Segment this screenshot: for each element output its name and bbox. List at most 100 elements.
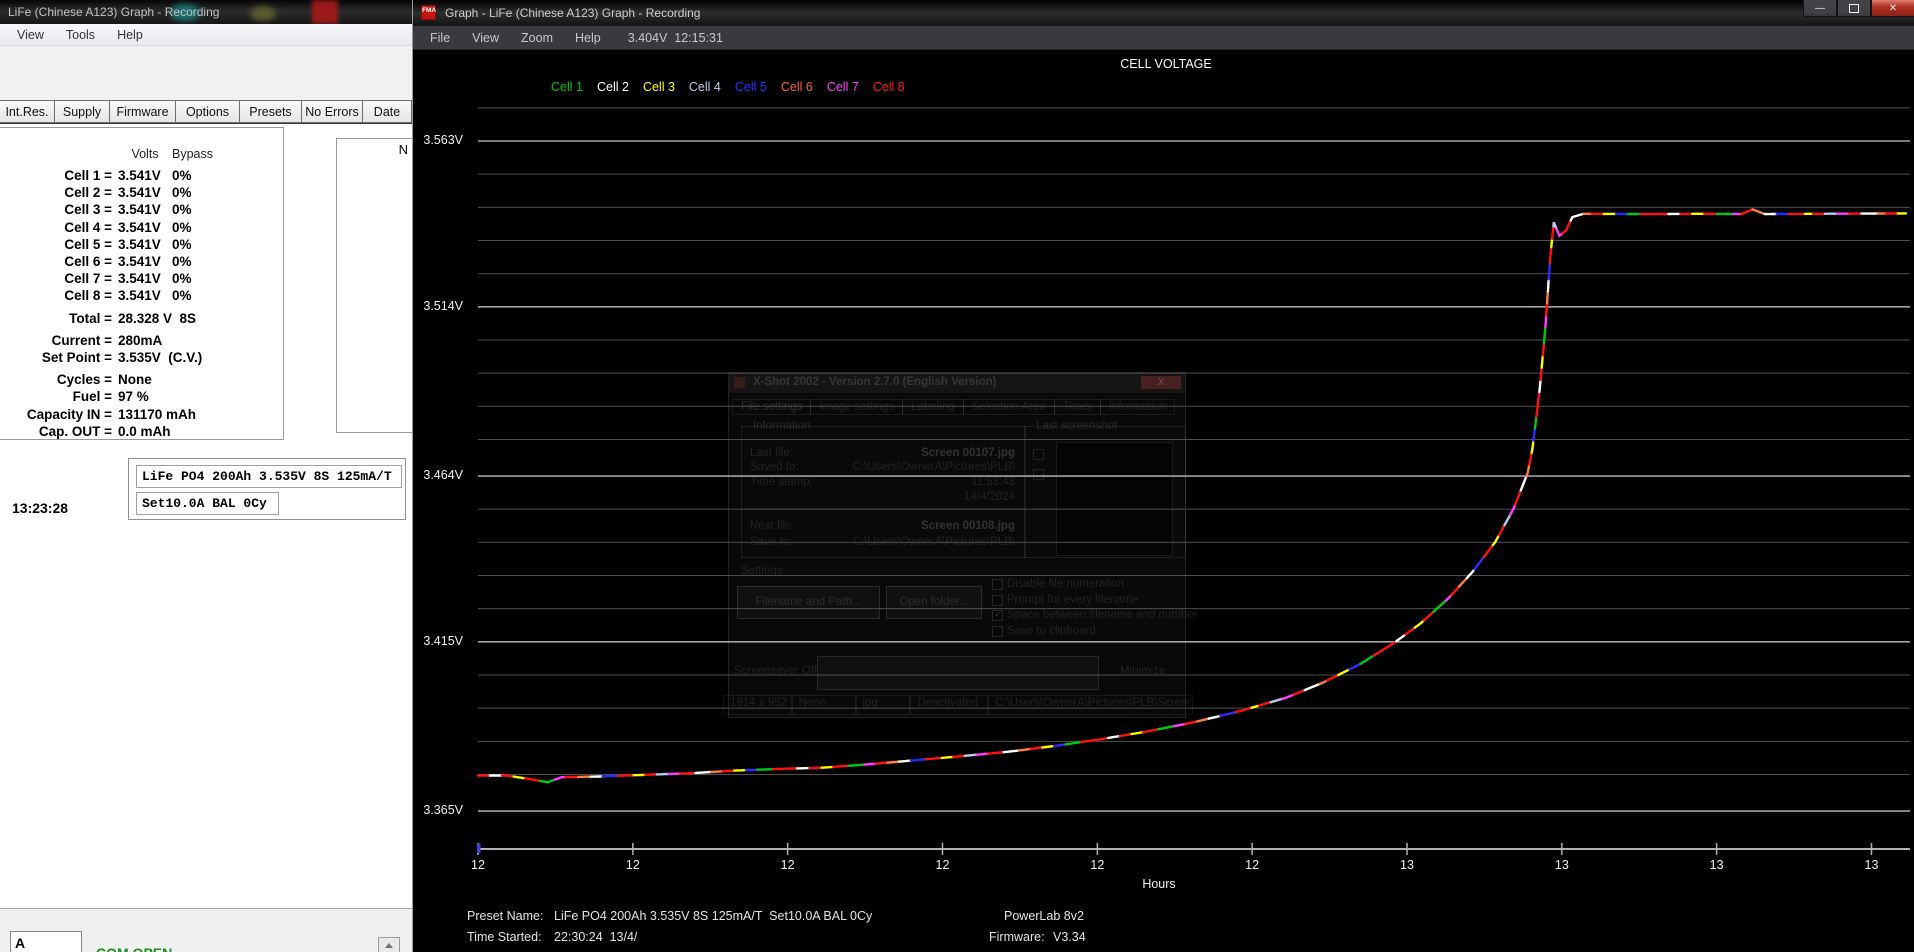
voltage-curve-segment [909, 758, 928, 762]
clock-readout: 13:23:28 [12, 500, 69, 516]
summary-row-value: 280mA [118, 332, 163, 348]
y-tick-label: 3.563V [423, 133, 463, 147]
voltage-curve-segment [538, 778, 556, 784]
tab-noerrors[interactable]: No Errors [301, 100, 363, 123]
voltage-curve-segment [1465, 568, 1476, 580]
tab-options[interactable]: Options [175, 100, 240, 123]
voltage-curve-segment [963, 753, 978, 757]
menu-view[interactable]: View [6, 28, 55, 42]
legend-cell3[interactable]: Cell 3 [643, 80, 675, 94]
voltage-curve-segment [1348, 662, 1362, 671]
cell-row-volts: 3.541V [118, 202, 161, 218]
menu-help[interactable]: Help [106, 28, 154, 42]
voltage-curve-segment [721, 769, 736, 773]
voltage-curve-segment [1269, 697, 1284, 704]
x-tick-label: 12 [780, 858, 795, 872]
voltage-curve-segment [1519, 475, 1528, 492]
voltage-curve-segment [1444, 593, 1453, 602]
preset-settings-field[interactable]: Set10.0A BAL 0Cy [136, 492, 279, 515]
voltage-curve-segment [1530, 439, 1535, 455]
legend-cell8[interactable]: Cell 8 [873, 80, 905, 94]
voltage-curve-segment [1544, 314, 1548, 329]
voltage-curve-segment [1172, 722, 1187, 728]
voltage-curve-segment [1545, 290, 1550, 305]
preset-name-field[interactable]: LiFe PO4 200Ah 3.535V 8S 125mA/T [136, 465, 402, 488]
tab-presets[interactable]: Presets [239, 100, 302, 123]
x-axis-title: Hours [1142, 877, 1176, 891]
voltage-curve-segment [1532, 427, 1537, 442]
voltage-curve-segment [1561, 219, 1572, 235]
x-tick-label: 13 [1864, 858, 1879, 872]
voltage-curve-segment [847, 763, 866, 767]
voltage-curve-segment [1541, 342, 1546, 357]
voltage-curve-segment [1535, 399, 1540, 418]
tab-supply[interactable]: Supply [54, 100, 110, 123]
tab-date[interactable]: Date [362, 100, 412, 123]
voltage-curve-segment [678, 771, 697, 775]
voltage-curve-segment [1569, 212, 1585, 222]
voltage-curve-segment [1130, 731, 1145, 736]
voltage-curve-segment [975, 752, 990, 756]
summary-row-value: 28.328 V 8S [118, 310, 197, 326]
legend-cell5[interactable]: Cell 5 [735, 80, 767, 94]
secondary-panel: N [336, 138, 412, 433]
summary-row-value: 97 % [118, 389, 149, 405]
x-tick-label: 13 [1554, 858, 1569, 872]
menu-tools[interactable]: Tools [55, 28, 106, 42]
tab-intres[interactable]: Int.Res. [0, 100, 55, 123]
legend-cell4[interactable]: Cell 4 [689, 80, 721, 94]
footer-firmware-label: Firmware: [989, 930, 1045, 944]
wallpaper-blob-olive [250, 6, 276, 21]
tab-firmware[interactable]: Firmware [109, 100, 176, 123]
cell-row-bypass: 0% [172, 236, 192, 252]
cell-row-bypass: 0% [172, 168, 192, 183]
voltage-curve-segment [1548, 245, 1553, 265]
voltage-curve-segment [1751, 208, 1766, 216]
voltage-curve-segment [1539, 366, 1543, 382]
cell-row-volts: 3.541V [118, 185, 161, 201]
legend-cell7[interactable]: Cell 7 [827, 80, 859, 94]
summary-row-label: Capacity IN = [26, 406, 112, 422]
cell-row-label: Cell 2 = [64, 185, 112, 201]
footer-time-label: Time Started: [467, 930, 542, 944]
left-window-statusbar: A COM OPEN [0, 908, 412, 952]
wallpaper-blob-red [312, 0, 338, 24]
cell-row-volts: 3.541V [118, 236, 161, 252]
charger-monitor-window: LiFe (Chinese A123) Graph - Recording Vi… [0, 0, 412, 952]
legend-cell2[interactable]: Cell 2 [597, 80, 629, 94]
left-window-content: Volts Bypass Cell 1 = 3.541V 0% Cell 2 = 3.5… [0, 124, 412, 908]
voltage-curve-segment [1550, 225, 1555, 241]
cell-row-label: Cell 7 = [64, 271, 112, 287]
cell-row-volts: 3.541V [118, 168, 161, 183]
voltage-curve-segment [940, 755, 955, 760]
voltage-curve-segment [1538, 378, 1542, 394]
summary-row-label: Fuel = [72, 389, 112, 405]
voltage-curve-segment [1157, 725, 1176, 731]
voltage-curve-segment [1432, 599, 1447, 614]
cell-row: Cell 5 = 3.541V 0% [0, 236, 283, 253]
screen: LiFe (Chinese A123) Graph - Recording Vi… [0, 0, 1914, 952]
scroll-up-button[interactable] [378, 937, 400, 952]
summary-row: Capacity IN = 131170 mAh [0, 406, 283, 423]
voltage-curve-segment [553, 775, 567, 781]
voltage-curve-segment [987, 751, 1005, 755]
left-window-titlebar[interactable]: LiFe (Chinese A123) Graph - Recording [0, 0, 412, 24]
chart-title: CELL VOLTAGE [1120, 57, 1212, 71]
x-tick-label: 13 [1709, 858, 1724, 872]
voltage-curve-segment [1303, 682, 1321, 692]
left-window-title: LiFe (Chinese A123) Graph - Recording [8, 5, 220, 19]
legend-cell1[interactable]: Cell 1 [551, 80, 583, 94]
cell-row-bypass: 0% [172, 185, 192, 201]
voltage-curve-segment [1118, 732, 1133, 738]
voltage-curve-segment [1095, 736, 1110, 742]
bypass-header: Bypass [172, 147, 213, 161]
voltage-curve-segment [1219, 710, 1238, 718]
voltage-curve-segment [523, 777, 542, 783]
legend-cell6[interactable]: Cell 6 [781, 80, 813, 94]
voltage-curve-segment [771, 767, 790, 771]
voltage-curve-segment [1107, 734, 1121, 740]
command-input[interactable]: A [10, 931, 82, 952]
summary-row: Fuel = 97 % [0, 388, 283, 405]
voltage-curve-segment [1497, 523, 1506, 537]
voltage-curve-segment [1533, 415, 1538, 430]
